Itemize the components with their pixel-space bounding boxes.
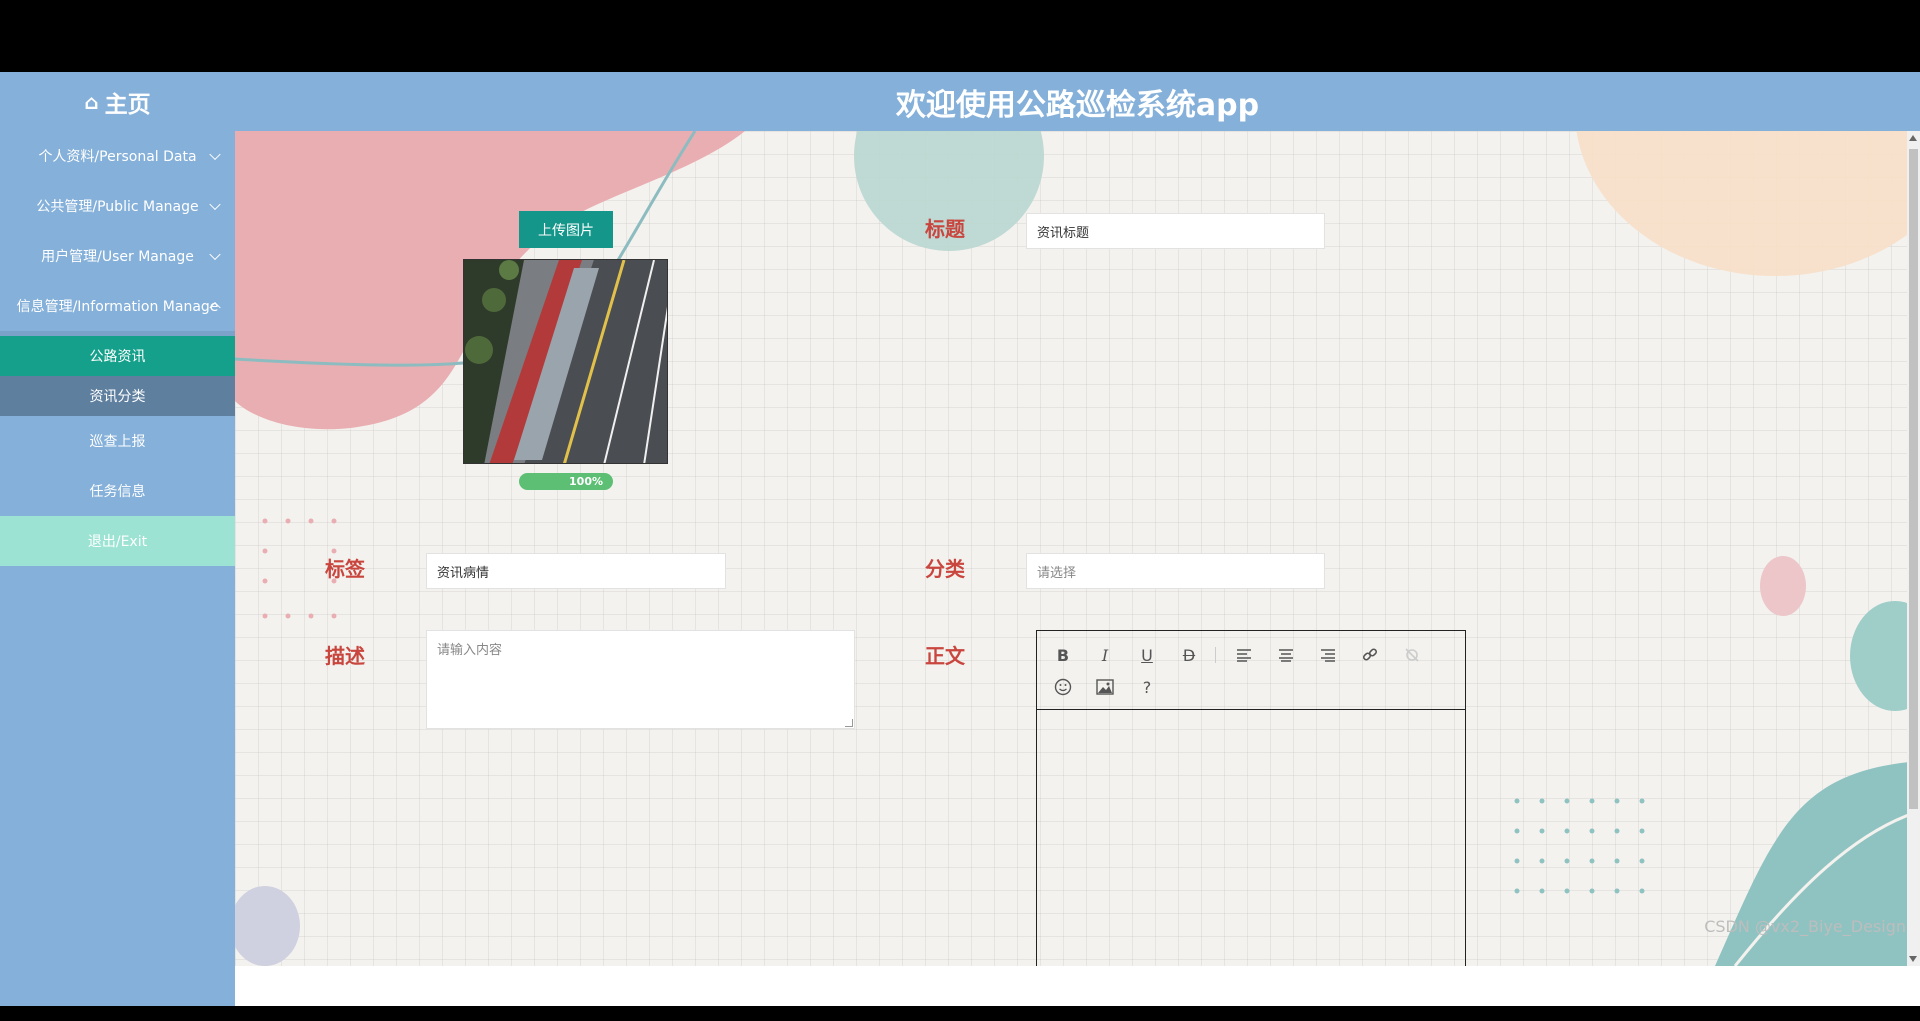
sidebar: 个人资料/Personal Data 公共管理/Public Manage 用户… bbox=[0, 131, 235, 1006]
home-icon: ⌂ bbox=[84, 89, 99, 114]
sidebar-subitem-news-category[interactable]: 资讯分类 bbox=[0, 376, 235, 416]
title-input[interactable]: 资讯标题 bbox=[1026, 213, 1325, 249]
footer-area bbox=[235, 966, 1920, 1006]
sidebar-item-public-manage[interactable]: 公共管理/Public Manage bbox=[0, 181, 235, 231]
app-title: 欢迎使用公路巡检系统app bbox=[895, 87, 1260, 123]
title-label: 标题 bbox=[925, 217, 965, 241]
progress-label: 100% bbox=[569, 475, 603, 488]
watermark: CSDN @vx2_Biye_Design bbox=[1704, 917, 1906, 936]
home-link[interactable]: ⌂ 主页 bbox=[0, 72, 235, 131]
road-photo-image bbox=[464, 260, 667, 463]
resize-handle-icon[interactable] bbox=[845, 719, 853, 727]
category-label: 分类 bbox=[925, 557, 965, 581]
sidebar-item-exit[interactable]: 退出/Exit bbox=[0, 516, 235, 566]
align-right-icon[interactable] bbox=[1312, 641, 1344, 669]
underline-icon[interactable]: U bbox=[1131, 641, 1163, 669]
main-content: 上传图片 100% 标题 资讯标题 标签 资讯病情 分类 请选择 描述 请输入内… bbox=[235, 131, 1920, 966]
rich-text-editor: B I U D ? bbox=[1036, 630, 1466, 966]
toolbar-divider bbox=[1215, 647, 1216, 663]
help-icon[interactable]: ? bbox=[1131, 673, 1163, 701]
chevron-down-icon bbox=[209, 198, 221, 211]
editor-toolbar: B I U D ? bbox=[1037, 631, 1465, 710]
bold-icon[interactable]: B bbox=[1047, 641, 1079, 669]
image-icon[interactable] bbox=[1089, 673, 1121, 701]
description-label: 描述 bbox=[325, 644, 365, 668]
scroll-up-icon[interactable] bbox=[1909, 135, 1917, 141]
sidebar-item-personal-data[interactable]: 个人资料/Personal Data bbox=[0, 131, 235, 181]
uploaded-image-preview bbox=[463, 259, 668, 464]
scroll-down-icon[interactable] bbox=[1909, 956, 1917, 962]
upload-image-button[interactable]: 上传图片 bbox=[519, 211, 613, 248]
app-window: ⌂ 主页 欢迎使用公路巡检系统app 个人资料/Personal Data 公共… bbox=[0, 72, 1920, 1006]
sidebar-item-task-info[interactable]: 任务信息 bbox=[0, 466, 235, 516]
sidebar-item-label: 信息管理/Information Manage bbox=[16, 299, 219, 315]
sidebar-item-label: 公共管理/Public Manage bbox=[36, 199, 199, 215]
top-header: ⌂ 主页 欢迎使用公路巡检系统app bbox=[0, 72, 1920, 131]
sidebar-item-patrol-report[interactable]: 巡查上报 bbox=[0, 416, 235, 466]
editor-body[interactable] bbox=[1037, 710, 1465, 966]
body-label: 正文 bbox=[925, 644, 965, 668]
chevron-down-icon bbox=[209, 248, 221, 261]
strikethrough-icon[interactable]: D bbox=[1173, 641, 1205, 669]
tag-input[interactable]: 资讯病情 bbox=[426, 553, 726, 589]
chevron-down-icon bbox=[209, 148, 221, 161]
description-placeholder: 请输入内容 bbox=[437, 643, 503, 658]
tag-label: 标签 bbox=[325, 557, 365, 581]
category-select[interactable]: 请选择 bbox=[1026, 553, 1325, 589]
italic-icon[interactable]: I bbox=[1089, 641, 1121, 669]
link-icon[interactable] bbox=[1354, 641, 1386, 669]
sidebar-item-label: 个人资料/Personal Data bbox=[38, 149, 197, 165]
home-label: 主页 bbox=[104, 91, 151, 118]
sidebar-item-user-manage[interactable]: 用户管理/User Manage bbox=[0, 231, 235, 281]
upload-progress-bar: 100% bbox=[519, 473, 613, 490]
align-center-icon[interactable] bbox=[1270, 641, 1302, 669]
sidebar-item-information-manage[interactable]: 信息管理/Information Manage bbox=[0, 281, 235, 331]
sidebar-subitem-road-news[interactable]: 公路资讯 bbox=[0, 336, 235, 376]
emoji-icon[interactable] bbox=[1047, 673, 1079, 701]
unlink-icon[interactable] bbox=[1396, 641, 1428, 669]
align-left-icon[interactable] bbox=[1228, 641, 1260, 669]
vertical-scrollbar[interactable] bbox=[1907, 131, 1920, 966]
sidebar-item-label: 用户管理/User Manage bbox=[41, 249, 194, 265]
scrollbar-thumb[interactable] bbox=[1909, 149, 1918, 809]
description-textarea[interactable]: 请输入内容 bbox=[426, 630, 855, 729]
